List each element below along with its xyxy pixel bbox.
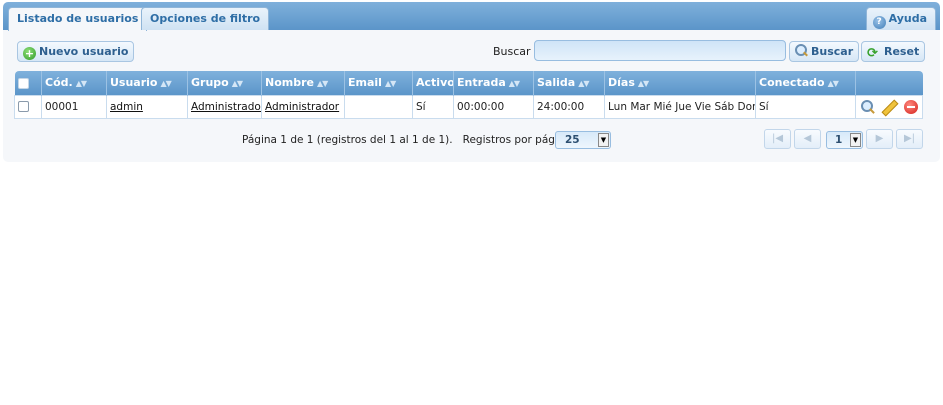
col-entrada[interactable]: Entrada ▲▼: [453, 71, 534, 95]
next-page-button[interactable]: ▶: [866, 129, 893, 149]
cell-grupo: Administrador: [187, 94, 262, 119]
row-select-cell[interactable]: [14, 94, 42, 119]
group-link[interactable]: Administrador: [191, 101, 261, 113]
search-input[interactable]: [534, 40, 786, 61]
delete-icon[interactable]: [902, 98, 920, 116]
col-conectado[interactable]: Conectado ▲▼: [755, 71, 856, 95]
search-button[interactable]: Buscar: [789, 41, 860, 62]
cell-cod: 00001: [41, 94, 107, 119]
sort-icon[interactable]: ▲▼: [509, 79, 520, 88]
row-checkbox[interactable]: [18, 101, 29, 112]
user-link[interactable]: admin: [110, 101, 143, 113]
col-nombre[interactable]: Nombre ▲▼: [261, 71, 345, 95]
cell-actions: [855, 94, 923, 119]
table-header-row: Cód. ▲▼ Usuario ▲▼ Grupo ▲▼ Nombre ▲▼ Email ▲…: [14, 71, 923, 95]
col-actions: [855, 71, 923, 95]
col-salida[interactable]: Salida ▲▼: [533, 71, 605, 95]
search-label: Buscar: [493, 45, 531, 58]
tab-filter-options[interactable]: Opciones de filtro: [141, 7, 270, 30]
help-tab[interactable]: ? Ayuda: [865, 7, 936, 30]
sort-icon[interactable]: ▲▼: [385, 79, 396, 88]
first-page-button[interactable]: |◀: [764, 129, 791, 149]
col-cod[interactable]: Cód. ▲▼: [41, 71, 107, 95]
name-link[interactable]: Administrador: [265, 101, 339, 113]
sort-icon[interactable]: ▲▼: [828, 79, 839, 88]
new-user-button[interactable]: + Nuevo usuario: [17, 41, 135, 62]
reset-button-label: Reset: [884, 45, 920, 58]
col-usuario[interactable]: Usuario ▲▼: [106, 71, 188, 95]
col-dias[interactable]: Días ▲▼: [604, 71, 756, 95]
cell-conectado: Sí: [755, 94, 856, 119]
add-icon: +: [23, 47, 36, 60]
cell-activo: Sí: [412, 94, 454, 119]
next-page-icon: ▶: [875, 133, 884, 144]
users-table: Cód. ▲▼ Usuario ▲▼ Grupo ▲▼ Nombre ▲▼ Email ▲…: [14, 71, 923, 119]
search-icon: [795, 44, 808, 57]
chevron-down-icon: ▼: [598, 133, 609, 147]
sort-icon[interactable]: ▲▼: [76, 79, 87, 88]
tab-bar: Listado de usuarios Opciones de filtro ?…: [3, 2, 940, 31]
tab-user-list[interactable]: Listado de usuarios: [8, 7, 148, 31]
table-row: 00001 admin Administrador Administrador …: [14, 94, 923, 119]
first-page-icon: |◀: [771, 133, 784, 144]
cell-entrada: 00:00:00: [453, 94, 534, 119]
last-page-icon: ▶|: [903, 133, 916, 144]
cell-usuario: admin: [106, 94, 188, 119]
cell-nombre: Administrador: [261, 94, 345, 119]
cell-dias: Lun Mar Mié Jue Vie Sáb Dom: [604, 94, 756, 119]
col-grupo[interactable]: Grupo ▲▼: [187, 71, 262, 95]
sort-icon[interactable]: ▲▼: [317, 79, 328, 88]
prev-page-icon: ◀: [803, 133, 812, 144]
search-button-label: Buscar: [811, 45, 854, 58]
page-select[interactable]: 1 ▼: [826, 131, 863, 149]
last-page-button[interactable]: ▶|: [896, 129, 923, 149]
chevron-down-icon: ▼: [850, 133, 861, 147]
prev-page-button[interactable]: ◀: [794, 129, 821, 149]
new-user-label: Nuevo usuario: [39, 45, 129, 58]
sort-icon[interactable]: ▲▼: [232, 79, 243, 88]
cell-email: [344, 94, 413, 119]
help-label: Ayuda: [888, 12, 927, 25]
col-activo: Activo: [412, 71, 454, 95]
col-email[interactable]: Email ▲▼: [344, 71, 413, 95]
view-icon[interactable]: [859, 98, 877, 116]
cell-salida: 24:00:00: [533, 94, 605, 119]
pager-summary: Página 1 de 1 (registros del 1 al 1 de 1…: [242, 134, 575, 146]
sort-icon[interactable]: ▲▼: [161, 79, 172, 88]
edit-pencil-icon[interactable]: [880, 98, 898, 116]
help-icon: ?: [872, 16, 886, 29]
refresh-icon: ⟳: [867, 46, 878, 61]
select-all-checkbox[interactable]: [17, 77, 29, 89]
sort-icon[interactable]: ▲▼: [638, 79, 649, 88]
select-all-cell[interactable]: [14, 71, 42, 95]
per-page-select[interactable]: 25 ▼: [555, 131, 611, 149]
sort-icon[interactable]: ▲▼: [578, 79, 589, 88]
reset-button[interactable]: ⟳ Reset: [861, 41, 926, 62]
